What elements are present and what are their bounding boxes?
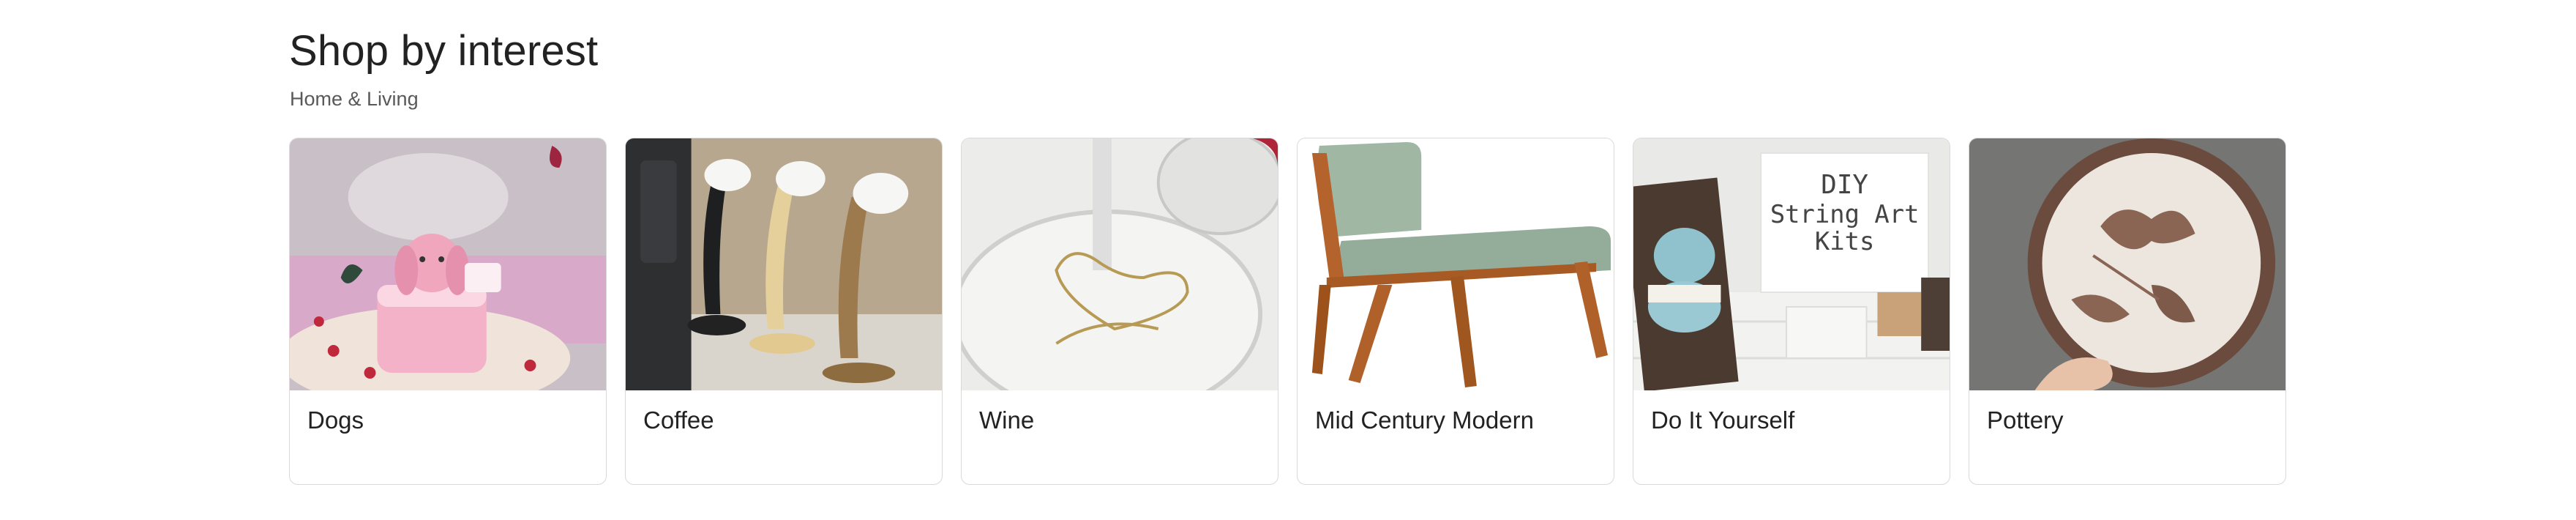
interest-card-pottery[interactable]: Pottery (1969, 138, 2286, 485)
interest-card-wine[interactable]: Wine (961, 138, 1278, 485)
interest-card-dogs[interactable]: Dogs (289, 138, 607, 485)
card-label: Coffee (643, 406, 714, 434)
card-label: Dogs (307, 406, 364, 434)
pottery-plate-photo (1969, 138, 2285, 390)
svg-text:Kits: Kits (1815, 227, 1874, 256)
interest-card-do-it-yourself[interactable]: DIY String Art Kits Do It Yourself (1633, 138, 1950, 485)
svg-text:String Art: String Art (1770, 200, 1920, 229)
diy-string-art-photo: DIY String Art Kits (1633, 138, 1950, 390)
section-title: Shop by interest (289, 27, 599, 75)
wine-glass-charm-photo (962, 138, 1278, 390)
mid-century-chair-photo (1298, 138, 1614, 390)
interest-cards: Dogs Coffee Wine Mid Century Modern DIY … (289, 138, 2286, 485)
svg-text:DIY: DIY (1821, 170, 1868, 200)
interest-card-mid-century-modern[interactable]: Mid Century Modern (1297, 138, 1614, 485)
card-label: Wine (979, 406, 1035, 434)
card-label: Do It Yourself (1651, 406, 1795, 434)
pouring-coffee-cups-photo (626, 138, 942, 390)
card-label: Mid Century Modern (1315, 406, 1534, 434)
card-label: Pottery (1987, 406, 2064, 434)
dog-cake-photo (290, 138, 606, 390)
interest-card-coffee[interactable]: Coffee (625, 138, 943, 485)
section-subtitle: Home & Living (290, 88, 419, 110)
